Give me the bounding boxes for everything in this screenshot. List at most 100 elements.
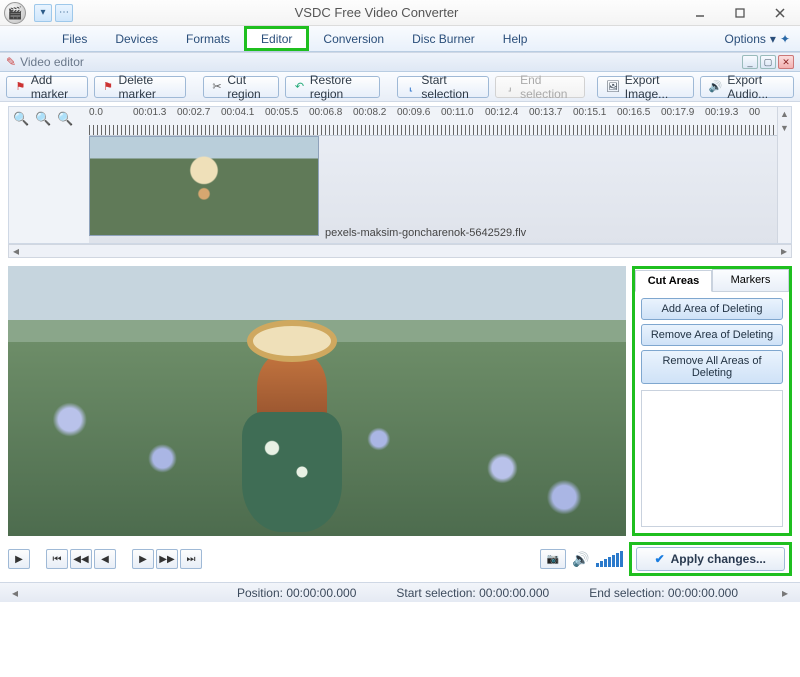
options-menu[interactable]: Options ▾ ✦ xyxy=(725,26,800,51)
tab-markers[interactable]: Markers xyxy=(712,269,789,291)
audio-icon: 🔊 xyxy=(709,80,723,94)
remove-area-button[interactable]: Remove Area of Deleting xyxy=(641,324,783,346)
editor-toolbar: ⚑ Add marker ⚑ Delete marker ✂Cut region ↶… xyxy=(0,72,800,102)
scissors-icon: ✂ xyxy=(212,80,223,94)
cut-areas-list[interactable] xyxy=(641,390,783,527)
start-selection-button[interactable]: ⸤Start selection xyxy=(397,76,490,98)
ruler-tick: 00:12.4 xyxy=(485,107,518,118)
editor-subwindow-title: Video editor xyxy=(20,55,84,69)
status-right-arrow[interactable]: ▸ xyxy=(778,586,792,600)
scroll-down-icon[interactable]: ▼ xyxy=(778,121,791,135)
image-icon: 🖼 xyxy=(606,80,620,94)
ruler-tick: 00:08.2 xyxy=(353,107,386,118)
tab-disc-burner[interactable]: Disc Burner xyxy=(398,26,489,51)
qat-more[interactable]: ⋯ xyxy=(55,4,73,22)
tab-conversion[interactable]: Conversion xyxy=(309,26,398,51)
check-icon: ✔ xyxy=(655,552,665,566)
flag-x-icon: ⚑ xyxy=(103,80,114,94)
ribbon-tabs: Files Devices Formats Editor Conversion … xyxy=(0,26,800,52)
zoom-in-icon[interactable]: 🔍 xyxy=(13,111,29,127)
ruler-tick: 0.0 xyxy=(89,107,103,118)
scroll-right-icon[interactable]: ▸ xyxy=(777,245,791,257)
speaker-icon[interactable]: 🔊 xyxy=(572,551,589,568)
flag-icon: ⚑ xyxy=(15,80,26,94)
ruler-tick: 00:05.5 xyxy=(265,107,298,118)
export-image-button[interactable]: 🖼 Export Image... xyxy=(597,76,694,98)
tab-cut-areas[interactable]: Cut Areas xyxy=(635,270,712,292)
window-title: VSDC Free Video Converter xyxy=(73,5,680,20)
ruler-tick: 00:02.7 xyxy=(177,107,210,118)
add-area-button[interactable]: Add Area of Deleting xyxy=(641,298,783,320)
main-row: Cut Areas Markers Add Area of Deleting R… xyxy=(0,260,800,536)
cut-areas-panel: Cut Areas Markers Add Area of Deleting R… xyxy=(632,266,792,536)
status-left-arrow[interactable]: ◂ xyxy=(8,586,22,600)
gear-icon: ✦ xyxy=(780,32,790,46)
tab-help[interactable]: Help xyxy=(489,26,542,51)
export-image-label: Export Image... xyxy=(625,73,685,101)
volume-bars[interactable] xyxy=(596,551,623,567)
ruler-tick: 00:16.5 xyxy=(617,107,650,118)
tab-devices[interactable]: Devices xyxy=(101,26,172,51)
play-button[interactable]: ▶ xyxy=(8,549,30,569)
apply-changes-button[interactable]: ✔ Apply changes... xyxy=(636,547,785,571)
options-label: Options xyxy=(725,32,766,46)
chevron-down-icon: ▾ xyxy=(770,32,776,46)
status-position: Position: 00:00:00.000 xyxy=(237,586,356,600)
restore-region-button[interactable]: ↶Restore region xyxy=(285,76,380,98)
timeline-ruler[interactable]: 0.000:01.300:02.700:04.100:05.500:06.800… xyxy=(89,107,777,135)
cut-region-button[interactable]: ✂Cut region xyxy=(203,76,279,98)
add-marker-button[interactable]: ⚑ Add marker xyxy=(6,76,88,98)
tab-editor[interactable]: Editor xyxy=(244,26,309,51)
restore-region-label: Restore region xyxy=(310,73,371,101)
tab-files[interactable]: Files xyxy=(48,26,101,51)
frame-back-button[interactable]: ◀ xyxy=(94,549,116,569)
titlebar: 🎬 ▾ ⋯ VSDC Free Video Converter xyxy=(0,0,800,26)
bracket-left-icon: ⸤ xyxy=(406,80,417,94)
goto-end-button[interactable]: ⏭ xyxy=(180,549,202,569)
quick-access-toolbar: ▾ ⋯ xyxy=(34,4,73,22)
tab-formats[interactable]: Formats xyxy=(172,26,244,51)
add-marker-label: Add marker xyxy=(31,73,79,101)
status-bar: ◂ Position: 00:00:00.000 Start selection… xyxy=(0,582,800,602)
clip-filename: pexels-maksim-goncharenok-5642529.flv xyxy=(325,227,526,239)
editor-subwindow-header: ✎ Video editor _ ▢ ✕ xyxy=(0,52,800,72)
ruler-tick: 00 xyxy=(749,107,760,118)
apply-label: Apply changes... xyxy=(671,552,766,566)
step-back-button[interactable]: ◀◀ xyxy=(70,549,92,569)
maximize-button[interactable] xyxy=(720,1,760,25)
ruler-tick: 00:17.9 xyxy=(661,107,694,118)
end-selection-button: ⸥End selection xyxy=(495,76,585,98)
timeline-hscroll[interactable]: ◂ ▸ xyxy=(8,244,792,258)
end-selection-label: End selection xyxy=(520,73,576,101)
remove-all-areas-button[interactable]: Remove All Areas of Deleting xyxy=(641,350,783,384)
timeline: 🔍 🔍 🔍 0.000:01.300:02.700:04.100:05.500:… xyxy=(8,106,792,244)
frame-fwd-button[interactable]: ▶ xyxy=(132,549,154,569)
sub-minimize[interactable]: _ xyxy=(742,55,758,69)
app-logo: 🎬 xyxy=(4,2,26,24)
video-preview[interactable] xyxy=(8,266,626,536)
timeline-clip[interactable] xyxy=(89,136,319,236)
qat-dropdown[interactable]: ▾ xyxy=(34,4,52,22)
delete-marker-button[interactable]: ⚑ Delete marker xyxy=(94,76,186,98)
ruler-tick: 00:15.1 xyxy=(573,107,606,118)
goto-start-button[interactable]: ⏮ xyxy=(46,549,68,569)
zoom-fit-icon[interactable]: 🔍 xyxy=(57,111,73,127)
sub-close[interactable]: ✕ xyxy=(778,55,794,69)
ruler-tick: 00:04.1 xyxy=(221,107,254,118)
minimize-button[interactable] xyxy=(680,1,720,25)
scroll-up-icon[interactable]: ▲ xyxy=(778,107,791,121)
timeline-track[interactable]: pexels-maksim-goncharenok-5642529.flv xyxy=(89,135,777,243)
timeline-vscroll[interactable]: ▲ ▼ xyxy=(777,107,791,243)
close-button[interactable] xyxy=(760,1,800,25)
step-fwd-button[interactable]: ▶▶ xyxy=(156,549,178,569)
scroll-left-icon[interactable]: ◂ xyxy=(9,245,23,257)
apply-highlight: ✔ Apply changes... xyxy=(629,542,792,576)
snapshot-button[interactable]: 📷 xyxy=(540,549,566,569)
delete-marker-label: Delete marker xyxy=(119,73,177,101)
window-controls xyxy=(680,1,800,25)
zoom-out-icon[interactable]: 🔍 xyxy=(35,111,51,127)
status-end-selection: End selection: 00:00:00.000 xyxy=(589,586,738,600)
ruler-tick: 00:06.8 xyxy=(309,107,342,118)
sub-restore[interactable]: ▢ xyxy=(760,55,776,69)
export-audio-button[interactable]: 🔊Export Audio... xyxy=(700,76,794,98)
